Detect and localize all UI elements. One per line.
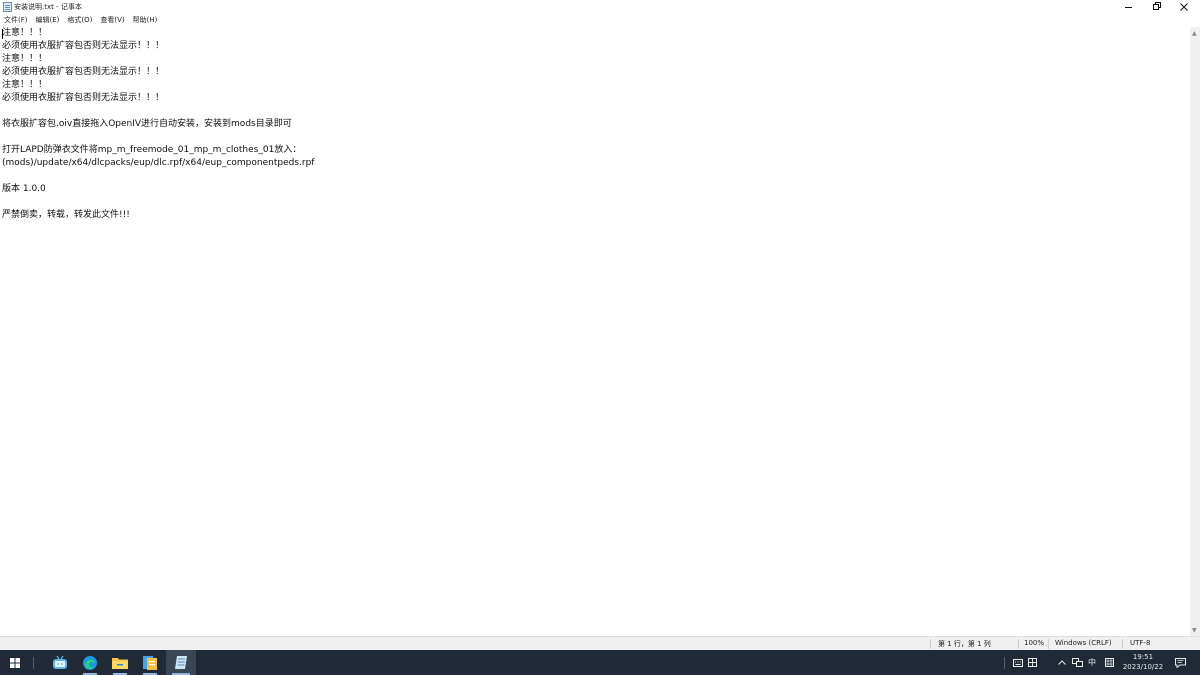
scroll-down-icon[interactable]: ▼ (1192, 627, 1197, 634)
text-line: (mods)/update/x64/dlcpacks/eup/dlc.rpf/x… (2, 158, 315, 168)
ime-mode-indicator[interactable]: 中 (1084, 650, 1100, 675)
taskbar-app-notepad[interactable] (166, 650, 196, 675)
text-line: 必须使用衣服扩容包否则无法显示！！！ (2, 67, 165, 77)
close-button[interactable] (1170, 0, 1198, 14)
text-editor[interactable]: 注意！！！ 必须使用衣服扩容包否则无法显示！！！ 注意！！！ 必须使用衣服扩容包… (0, 27, 1190, 636)
encoding: UTF-8 (1130, 639, 1151, 647)
text-line: 打开LAPD防弹衣文件将mp_m_freemode_01_mp_m_clothe… (2, 145, 302, 155)
network-glyph-icon (1071, 658, 1083, 667)
notepad-window: 安装说明.txt - 记事本 文件(F) 编辑(E) 格式(O) 查看(V) 帮… (0, 0, 1200, 650)
text-line: 严禁倒卖，转载，转发此文件!!! (2, 210, 130, 220)
notification-center-button[interactable] (1172, 650, 1188, 675)
cursor-position: 第 1 行，第 1 列 (938, 640, 991, 648)
vertical-scrollbar[interactable]: ▲ ▼ (1190, 27, 1200, 636)
status-divider (1122, 639, 1123, 649)
minimize-button[interactable] (1114, 0, 1142, 14)
menu-edit[interactable]: 编辑(E) (32, 14, 64, 27)
zoom-level: 100% (1024, 639, 1045, 647)
menu-format[interactable]: 格式(O) (63, 14, 96, 27)
taskbar-clock[interactable]: 19:51 2023/10/22 (1118, 652, 1168, 672)
chevron-up-icon (1058, 660, 1066, 665)
folder-icon (112, 658, 128, 669)
windows-logo-icon (10, 657, 20, 668)
restore-icon (1153, 4, 1159, 10)
text-line: 注意！！！ (2, 80, 48, 90)
text-line: 版本 1.0.0 (2, 184, 46, 194)
status-divider (1048, 639, 1049, 649)
notepad-icon (3, 2, 12, 12)
taskbar-app-edge[interactable] (75, 650, 105, 675)
keyboard-icon (1013, 658, 1023, 667)
status-divider (1018, 639, 1019, 649)
text-caret (2, 29, 3, 39)
minimize-icon (1124, 6, 1132, 8)
notification-icon (1174, 657, 1186, 668)
bilibili-icon (53, 655, 67, 669)
taskbar-app-files[interactable] (135, 650, 165, 675)
menu-view[interactable]: 查看(V) (96, 14, 128, 27)
notepad-icon (175, 656, 187, 669)
menu-file[interactable]: 文件(F) (0, 14, 32, 27)
text-line: 必须使用衣服扩容包否则无法显示！！！ (2, 93, 165, 103)
edge-icon (83, 655, 97, 670)
status-bar: 第 1 行，第 1 列 100% Windows (CRLF) UTF-8 (0, 636, 1200, 650)
grid-icon[interactable] (1026, 650, 1038, 675)
taskbar: 中 19:51 2023/10/22 (0, 650, 1200, 675)
ime-grid-icon (1104, 658, 1114, 667)
menu-help[interactable]: 帮助(H) (129, 14, 162, 27)
taskbar-divider (30, 650, 36, 675)
text-line: 注意！！！ (2, 54, 48, 64)
clock-date: 2023/10/22 (1122, 663, 1164, 671)
status-divider (930, 639, 931, 649)
input-indicator-icon[interactable] (1010, 650, 1026, 675)
title-bar[interactable]: 安装说明.txt - 记事本 (0, 0, 1200, 14)
show-hidden-icons-button[interactable] (1056, 650, 1068, 675)
window-title: 安装说明.txt - 记事本 (14, 3, 82, 11)
tray-divider (1002, 650, 1006, 675)
taskbar-app-file-explorer[interactable] (105, 650, 135, 675)
restore-button[interactable] (1142, 0, 1170, 14)
text-line: 必须使用衣服扩容包否则无法显示！！！ (2, 41, 165, 51)
scroll-up-icon[interactable]: ▲ (1192, 30, 1197, 37)
line-ending: Windows (CRLF) (1055, 639, 1112, 647)
clock-time: 19:51 (1132, 653, 1154, 661)
grid-glyph-icon (1027, 658, 1037, 667)
taskbar-app-bilibili[interactable] (45, 650, 75, 675)
close-icon (1180, 3, 1188, 11)
text-line: 注意！！！ (2, 28, 48, 38)
menu-bar: 文件(F) 编辑(E) 格式(O) 查看(V) 帮助(H) (0, 14, 1200, 27)
text-line: 将衣服扩容包.oiv直接拖入OpenIV进行自动安装，安装到mods目录即可 (2, 119, 292, 129)
start-button[interactable] (0, 650, 30, 675)
file-manager-icon (143, 656, 157, 670)
network-icon[interactable] (1070, 650, 1084, 675)
ime-pad-icon[interactable] (1102, 650, 1116, 675)
